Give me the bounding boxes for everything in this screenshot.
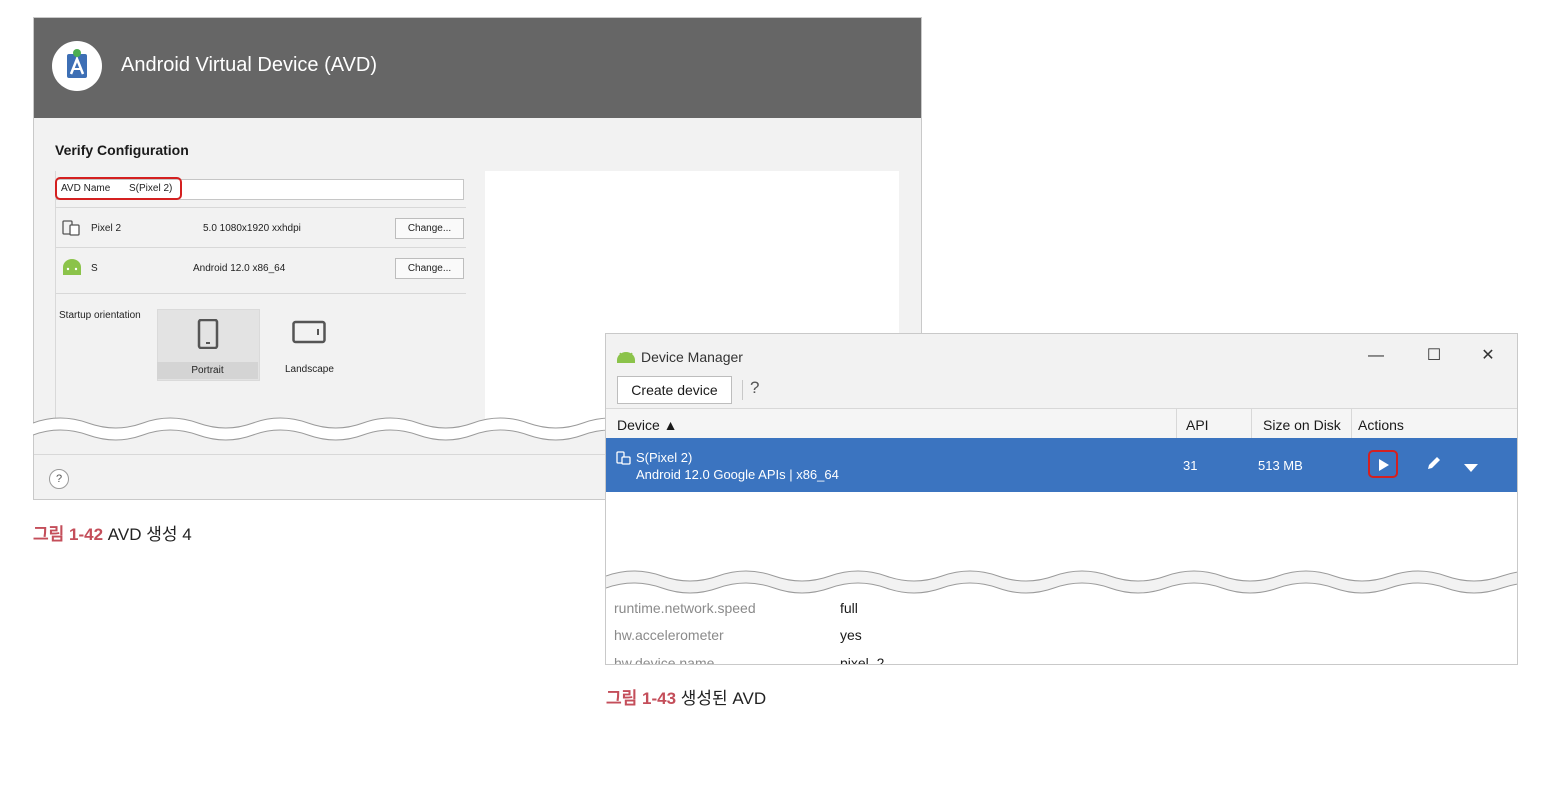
android-icon <box>62 258 82 281</box>
wave-break <box>606 570 1517 594</box>
caption-prefix: 그림 <box>606 689 638 708</box>
figure-caption-2: 그림 1-43 생성된 AVD <box>606 684 766 709</box>
toolbar-separator <box>742 380 743 400</box>
device-subtitle: Android 12.0 Google APIs | x86_64 <box>636 467 839 482</box>
minimize-icon[interactable]: — <box>1362 344 1390 368</box>
portrait-icon <box>197 318 219 354</box>
change-system-image-button[interactable]: Change... <box>395 258 464 279</box>
android-studio-logo-icon <box>52 41 102 91</box>
device-api: 31 <box>1183 458 1198 473</box>
android-icon <box>616 350 636 368</box>
close-icon[interactable]: ✕ <box>1474 344 1502 368</box>
divider <box>56 293 466 294</box>
column-separator <box>1351 409 1352 439</box>
caption-number: 1-43 <box>642 689 677 708</box>
launch-button[interactable] <box>1368 450 1398 478</box>
column-api[interactable]: API <box>1186 417 1209 433</box>
edit-icon[interactable] <box>1426 455 1442 476</box>
caption-number: 1-42 <box>69 525 104 544</box>
divider <box>56 247 466 248</box>
column-separator <box>1176 409 1177 439</box>
landscape-icon[interactable] <box>292 320 326 349</box>
device-name: Pixel 2 <box>91 223 122 234</box>
device-manager-title: Device Manager <box>641 349 743 365</box>
column-actions: Actions <box>1358 417 1404 433</box>
caption-text: AVD 생성 4 <box>107 525 192 544</box>
maximize-icon[interactable]: ☐ <box>1420 344 1448 368</box>
avd-name-highlight <box>55 177 182 200</box>
landscape-label[interactable]: Landscape <box>285 364 334 375</box>
property-key: hw.accelerometer <box>614 627 724 643</box>
system-image-name: S <box>91 263 98 274</box>
play-icon <box>1379 459 1389 471</box>
phone-icon <box>616 451 632 470</box>
column-size[interactable]: Size on Disk <box>1263 417 1341 433</box>
portrait-label[interactable]: Portrait <box>157 362 258 379</box>
table-header: Device ▲ API Size on Disk Actions <box>606 408 1517 440</box>
dropdown-icon[interactable] <box>1464 459 1478 477</box>
device-name: S(Pixel 2) <box>636 450 693 465</box>
change-device-button[interactable]: Change... <box>395 218 464 239</box>
device-properties: runtime.network.speed full hw.accelerome… <box>606 592 1517 664</box>
caption-text: 생성된 AVD <box>680 689 767 708</box>
help-icon[interactable]: ? <box>49 469 69 489</box>
section-title: Verify Configuration <box>55 142 189 158</box>
property-value: pixel_2 <box>840 655 885 665</box>
avd-window-title: Android Virtual Device (AVD) <box>121 54 378 76</box>
device-spec: 5.0 1080x1920 xxhdpi <box>203 223 301 234</box>
property-key: hw.device.name <box>614 655 715 665</box>
caption-prefix: 그림 <box>33 525 65 544</box>
property-value: yes <box>840 627 862 643</box>
property-value: full <box>840 600 858 616</box>
property-key: runtime.network.speed <box>614 600 756 616</box>
create-device-button[interactable]: Create device <box>617 376 732 404</box>
device-manager-window: Device Manager — ☐ ✕ Create device ? Dev… <box>605 333 1518 665</box>
column-separator <box>1251 409 1252 439</box>
system-image-spec: Android 12.0 x86_64 <box>193 263 286 274</box>
column-device[interactable]: Device ▲ <box>617 417 678 433</box>
help-icon[interactable]: ? <box>750 378 759 398</box>
phone-icon <box>62 220 82 241</box>
table-row[interactable]: S(Pixel 2) Android 12.0 Google APIs | x8… <box>606 438 1517 492</box>
wave-break <box>33 417 633 441</box>
startup-orientation-label: Startup orientation <box>59 310 141 321</box>
configuration-panel <box>55 171 468 421</box>
device-size: 513 MB <box>1258 458 1303 473</box>
figure-caption-1: 그림 1-42 AVD 생성 4 <box>33 520 192 545</box>
divider <box>56 207 466 208</box>
